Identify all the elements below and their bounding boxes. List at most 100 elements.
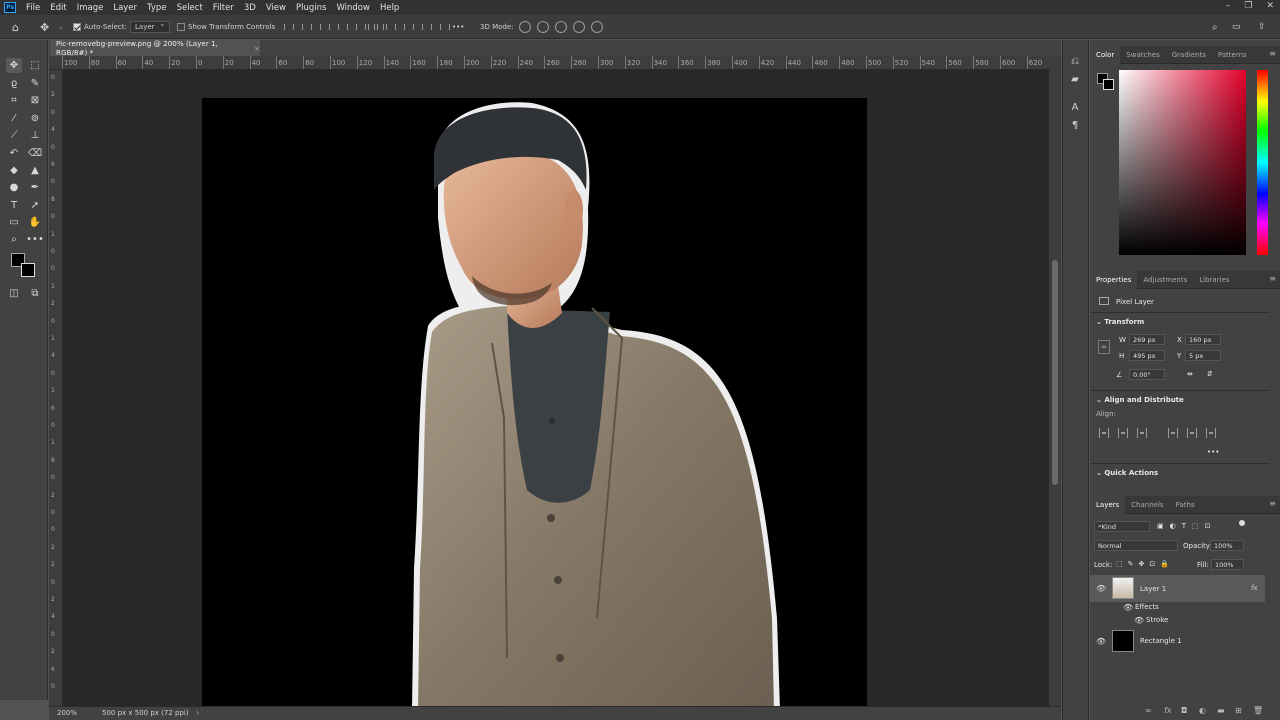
height-field[interactable]: 495 px <box>1129 350 1165 361</box>
fill-field[interactable]: 100% <box>1211 559 1244 570</box>
tab-patterns[interactable]: Patterns <box>1212 46 1253 64</box>
more-options-button[interactable]: ••• <box>452 20 464 34</box>
distribute-center-icon[interactable] <box>384 21 396 33</box>
move-tool-preset-icon[interactable]: ✥ <box>40 20 49 34</box>
close-window-icon[interactable]: ✕ <box>1266 1 1274 11</box>
frame-icon[interactable]: ⊠ <box>27 93 43 108</box>
align-middle-icon[interactable] <box>354 21 366 33</box>
y-field[interactable]: 5 px <box>1185 350 1221 361</box>
tab-color[interactable]: Color <box>1090 45 1121 64</box>
link-icon[interactable]: ∞ <box>1098 340 1110 354</box>
align-top-edges-icon[interactable] <box>1168 428 1178 438</box>
zoom-icon[interactable]: ⌕ <box>6 232 22 247</box>
distribute-right-icon[interactable] <box>402 21 414 33</box>
healing-icon[interactable]: ⊚ <box>27 111 43 126</box>
home-icon[interactable]: ⌂ <box>12 20 19 34</box>
menu-select[interactable]: Select <box>172 3 208 13</box>
share-icon[interactable]: ⇪ <box>1258 20 1266 34</box>
panel-menu-icon[interactable]: ≡ <box>1269 499 1276 508</box>
eraser-icon[interactable]: ⌫ <box>27 146 43 161</box>
new-group-icon[interactable]: ▬ <box>1217 706 1225 715</box>
close-document-icon[interactable]: × <box>254 44 260 53</box>
quick-select-icon[interactable]: ✎ <box>27 76 43 91</box>
link-layers-icon[interactable]: ∞ <box>1145 706 1152 715</box>
move-icon[interactable]: ✥ <box>6 58 22 73</box>
type-icon[interactable]: T <box>6 198 22 213</box>
workspace-icon[interactable]: ▭ <box>1232 20 1241 34</box>
history-brush-icon[interactable]: ↶ <box>6 146 22 161</box>
lasso-icon[interactable]: ϱ <box>6 76 22 91</box>
chevron-down-icon[interactable]: ⌄ <box>58 20 64 34</box>
blend-mode-dropdown[interactable]: Normal <box>1094 540 1178 551</box>
flip-vertical-icon[interactable]: ⇵ <box>1207 370 1213 378</box>
menu-edit[interactable]: Edit <box>45 3 71 13</box>
add-style-icon[interactable]: fx <box>1164 706 1172 715</box>
search-icon[interactable]: ⌕ <box>1212 20 1218 34</box>
layer-filter-kind[interactable]: ⌕ Kind <box>1094 521 1150 532</box>
background-color-swatch[interactable] <box>21 263 35 277</box>
drag-3d-icon[interactable] <box>555 21 567 33</box>
document-canvas[interactable] <box>202 98 867 708</box>
blur-icon[interactable]: ▲ <box>27 163 43 178</box>
add-mask-icon[interactable]: ◘ <box>1181 706 1187 715</box>
stamp-icon[interactable]: ⊥ <box>27 128 43 143</box>
rectangle-icon[interactable]: ▭ <box>6 215 22 230</box>
new-layer-icon[interactable]: ⊞ <box>1235 706 1242 715</box>
dodge-icon[interactable]: ● <box>6 180 22 195</box>
more-tools-icon[interactable]: ••• <box>26 232 44 247</box>
menu-filter[interactable]: Filter <box>208 3 239 13</box>
crop-icon[interactable]: ⌗ <box>6 93 22 108</box>
more-align-options-button[interactable]: ••• <box>1207 448 1219 456</box>
zoom-level[interactable]: 200% <box>57 709 77 717</box>
align-horizontal-centers-icon[interactable] <box>1118 428 1128 438</box>
stroke-effect-label[interactable]: Stroke <box>1146 616 1168 624</box>
history-icon[interactable]: ⎌ <box>1068 54 1082 68</box>
effects-eye-icon[interactable]: 👁 <box>1123 603 1133 612</box>
layer-name[interactable]: Rectangle 1 <box>1140 637 1182 645</box>
comments-icon[interactable]: ▰ <box>1068 72 1082 86</box>
eyedropper-icon[interactable]: ⁄ <box>6 111 22 126</box>
bucket-icon[interactable]: ◆ <box>6 163 22 178</box>
x-field[interactable]: 160 px <box>1185 334 1221 345</box>
paragraph-icon[interactable]: ¶ <box>1068 118 1082 132</box>
quick-actions-header[interactable]: ⌄ Quick Actions <box>1096 469 1158 477</box>
menu-3d[interactable]: 3D <box>239 3 261 13</box>
delete-layer-icon[interactable]: 🗑 <box>1253 706 1263 715</box>
tab-properties[interactable]: Properties <box>1090 270 1138 289</box>
pen-icon[interactable]: ✒ <box>27 180 43 195</box>
path-select-icon[interactable]: ➚ <box>27 198 43 213</box>
menu-view[interactable]: View <box>261 3 291 13</box>
align-left-edges-icon[interactable] <box>1099 428 1109 438</box>
align-section-header[interactable]: ⌄ Align and Distribute <box>1096 396 1184 404</box>
auto-select-dropdown[interactable]: Layer <box>130 19 170 33</box>
character-icon[interactable]: A <box>1068 100 1082 114</box>
visibility-eye-icon[interactable]: 👁 <box>1096 637 1106 646</box>
vertical-scroll-thumb[interactable] <box>1052 260 1058 485</box>
angle-field[interactable]: 0.00° <box>1129 369 1165 380</box>
screen-mode-icon[interactable]: ⧉ <box>27 286 43 301</box>
tab-gradients[interactable]: Gradients <box>1166 46 1212 64</box>
filter-toggle-icon[interactable] <box>1239 520 1245 526</box>
align-right-icon[interactable] <box>318 21 330 33</box>
align-vertical-centers-icon[interactable] <box>1187 428 1197 438</box>
checkbox-icon[interactable] <box>73 23 81 31</box>
fx-icon[interactable]: fx <box>1251 584 1258 592</box>
orbit-3d-icon[interactable] <box>519 21 531 33</box>
transform-section-header[interactable]: ⌄ Transform <box>1096 318 1144 326</box>
roll-3d-icon[interactable] <box>537 21 549 33</box>
align-bottom-edges-icon[interactable] <box>1206 428 1216 438</box>
visibility-eye-icon[interactable]: 👁 <box>1096 584 1106 593</box>
flip-horizontal-icon[interactable]: ⇹ <box>1187 370 1193 378</box>
hand-icon[interactable]: ✋ <box>27 215 43 230</box>
opacity-field[interactable]: 100% <box>1210 540 1244 551</box>
width-field[interactable]: 269 px <box>1129 334 1165 345</box>
distribute-top-icon[interactable] <box>420 21 432 33</box>
distribute-left-icon[interactable] <box>366 21 378 33</box>
align-center-icon[interactable] <box>300 21 312 33</box>
document-tab[interactable]: Pic-removebg-preview.png @ 200% (Layer 1… <box>50 39 260 57</box>
stroke-eye-icon[interactable]: 👁 <box>1134 616 1144 625</box>
show-transform-checkbox[interactable]: Show Transform Controls <box>177 20 275 34</box>
tab-layers[interactable]: Layers <box>1090 495 1126 514</box>
tab-libraries[interactable]: Libraries <box>1193 271 1235 289</box>
align-left-icon[interactable] <box>282 21 294 33</box>
